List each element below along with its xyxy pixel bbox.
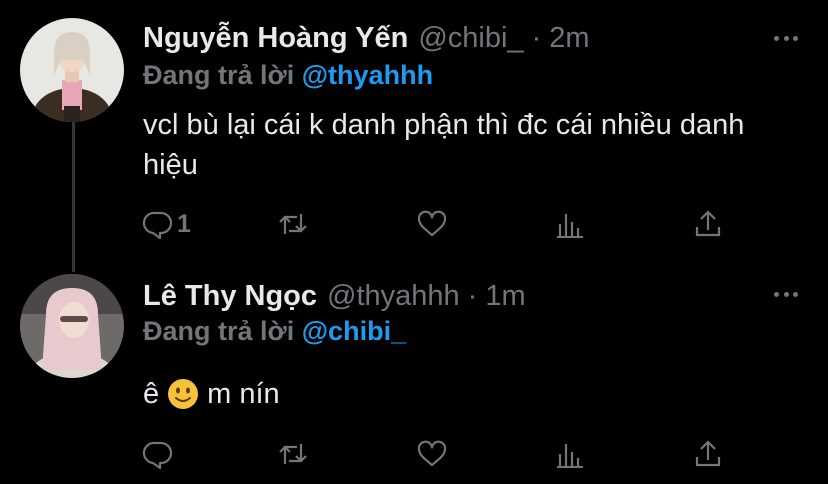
avatar[interactable] (20, 274, 124, 378)
tweet-text-start: ê (143, 378, 160, 410)
like-icon (417, 440, 447, 467)
handle[interactable]: @chibi_ (418, 22, 523, 55)
more-icon[interactable] (774, 34, 798, 42)
stats-icon (557, 444, 583, 468)
tweet-actions (0, 434, 828, 474)
reply-count: 1 (177, 209, 191, 238)
display-name[interactable]: Lê Thy Ngọc (143, 280, 317, 313)
tweet[interactable]: Nguyễn Hoàng Yến @chibi_ · 2m Đang trả l… (0, 0, 828, 258)
tweet[interactable]: Lê Thy Ngọc @thyahhh · 1m Đang trả lời @… (0, 258, 828, 484)
replying-to: Đang trả lời @chibi_ (143, 316, 406, 347)
replying-to: Đang trả lời @thyahhh (143, 60, 433, 91)
display-name[interactable]: Nguyễn Hoàng Yến (143, 22, 408, 55)
share-button[interactable] (692, 204, 724, 244)
retweet-icon (279, 214, 307, 234)
reply-button[interactable] (142, 434, 177, 474)
timestamp[interactable]: 1m (485, 280, 525, 313)
reply-mention-link[interactable]: @thyahhh (302, 60, 433, 90)
replying-to-label: Đang trả lời (143, 316, 295, 346)
share-button[interactable] (692, 434, 724, 474)
more-icon[interactable] (774, 290, 798, 298)
avatar[interactable] (20, 18, 124, 122)
share-icon (695, 210, 721, 237)
tweet-text: ê m nín (143, 374, 803, 414)
stats-button[interactable] (554, 434, 586, 474)
stats-button[interactable] (554, 204, 586, 244)
retweet-button[interactable] (277, 204, 309, 244)
timestamp[interactable]: 2m (549, 22, 589, 55)
reply-icon (142, 211, 173, 240)
like-button[interactable] (416, 434, 448, 474)
reply-button[interactable]: 1 (142, 204, 191, 244)
share-icon (695, 440, 721, 467)
like-icon (417, 210, 447, 237)
tweet-actions: 1 (0, 204, 828, 244)
retweet-button[interactable] (277, 434, 309, 474)
stats-icon (557, 214, 583, 238)
reply-icon (142, 441, 173, 470)
like-button[interactable] (416, 204, 448, 244)
reply-mention-link[interactable]: @chibi_ (302, 316, 406, 346)
separator-dot: · (467, 279, 478, 312)
separator-dot: · (531, 21, 542, 54)
slightly-smiling-face-icon (168, 379, 199, 409)
handle[interactable]: @thyahhh (327, 280, 460, 313)
retweet-icon (279, 444, 307, 464)
tweet-header: Nguyễn Hoàng Yến @chibi_ · 2m (143, 20, 590, 56)
tweet-text-end: m nín (207, 378, 280, 410)
tweet-header: Lê Thy Ngọc @thyahhh · 1m (143, 278, 526, 314)
tweet-text: vcl bù lại cái k danh phận thì đc cái nh… (143, 109, 745, 181)
replying-to-label: Đang trả lời (143, 60, 295, 90)
